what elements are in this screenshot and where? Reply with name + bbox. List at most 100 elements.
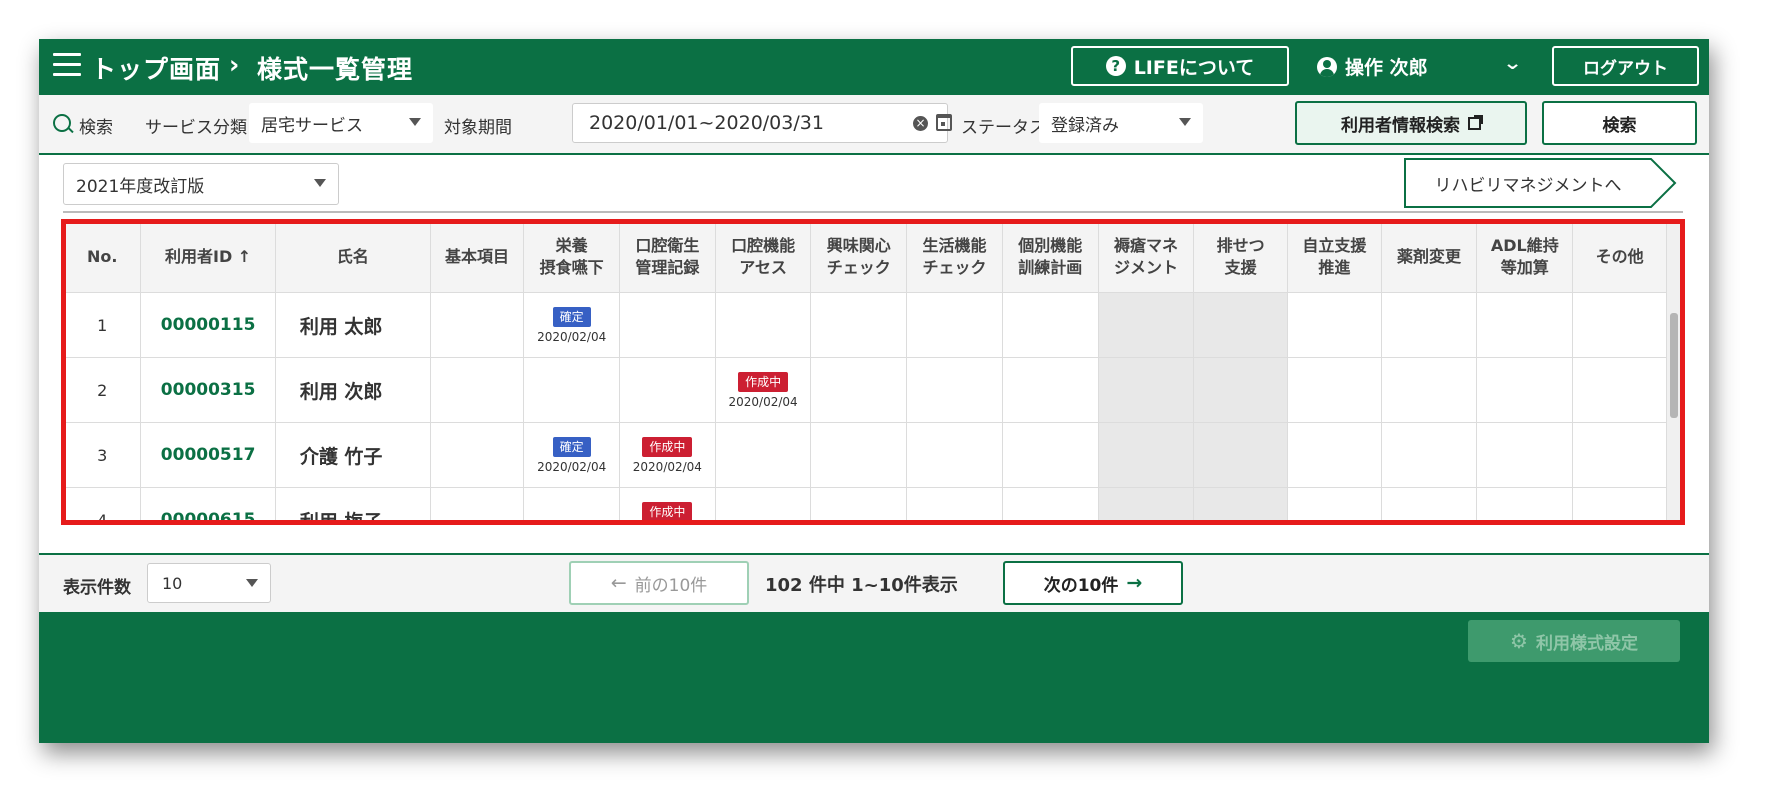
external-link-icon — [1468, 114, 1483, 130]
service-category-select[interactable]: 居宅サービス — [249, 103, 433, 143]
next-page-label: 次の10件 — [1043, 575, 1119, 596]
table-cell — [1193, 357, 1289, 423]
status-badge: 作成中 — [642, 502, 693, 522]
column-header: 自立支援 推進 — [1287, 221, 1382, 293]
table-cell — [1193, 292, 1289, 358]
version-select[interactable]: 2021年度改訂版 — [63, 163, 339, 205]
status-badge: 確定 — [552, 307, 591, 327]
column-header[interactable]: 利用者ID ↑ — [140, 221, 276, 293]
table-row[interactable]: 400000615利用 梅子 作成中2020/02/04 — [63, 487, 1667, 523]
question-circle-icon: ? — [1105, 56, 1126, 76]
caret-down-icon — [409, 118, 421, 126]
prev-page-button[interactable]: ← 前の10件 — [569, 561, 749, 605]
search-icon — [53, 114, 71, 132]
table-cell — [810, 292, 908, 358]
column-header: 口腔機能 アセス — [714, 221, 812, 293]
service-category-value: 居宅サービス — [261, 115, 363, 136]
table-cell — [1001, 487, 1099, 523]
period-input[interactable]: 2020/01/01~2020/03/31 × — [572, 103, 952, 143]
user-id-link[interactable]: 00000517 — [140, 422, 276, 488]
table-cell[interactable]: 作成中 2020/02/04 — [714, 357, 812, 423]
table-cell — [1476, 487, 1574, 523]
table-cell — [1380, 292, 1478, 358]
status-badge: 確定 — [552, 437, 591, 457]
status-badge: 作成中 — [738, 372, 789, 392]
status-badge: 作成中 — [642, 437, 693, 457]
user-name-cell: 利用 太郎 — [274, 292, 431, 358]
table-cell — [906, 292, 1003, 358]
user-name-cell: 利用 梅子 — [274, 487, 431, 523]
table-cell — [429, 422, 525, 488]
column-header: 興味関心 チェック — [810, 221, 908, 293]
user-menu[interactable]: 操作 次郎 — [1317, 53, 1428, 80]
table-row[interactable]: 2 00000315 利用 次郎 作成中 2020/02/04 — [63, 357, 1667, 423]
status-date: 2020/02/04 — [537, 330, 607, 344]
table-cell — [1476, 292, 1574, 358]
calendar-icon[interactable] — [936, 114, 952, 131]
page-title: 様式一覧管理 — [257, 55, 414, 84]
breadcrumb-separator: › — [229, 50, 240, 79]
table-cell — [810, 422, 908, 488]
scrollbar-thumb[interactable] — [1670, 313, 1678, 418]
app-header: トップ画面 › 様式一覧管理 ? LIFEについて 操作 次郎 ⌄ ログアウト — [39, 39, 1709, 95]
table-cell — [1001, 422, 1099, 488]
table-cell — [1287, 292, 1382, 358]
about-life-label: LIFEについて — [1133, 56, 1255, 79]
column-header: 口腔衛生 管理記録 — [619, 221, 716, 293]
table-header-row: No. 利用者ID ↑ 氏名 基本項目 栄養 摂食嚥下 口腔衛生 管理記録 口腔機能 アセス 興味関… — [63, 221, 1667, 293]
column-header: 個別機能 訓練計画 — [1001, 221, 1099, 293]
per-page-select[interactable]: 10 — [147, 563, 271, 603]
table-cell — [429, 357, 525, 423]
vertical-scrollbar[interactable] — [1667, 221, 1681, 523]
breadcrumb-home[interactable]: トップ画面 — [91, 50, 221, 86]
clear-icon[interactable]: × — [913, 116, 928, 131]
chevron-down-icon[interactable]: ⌄ — [1503, 53, 1523, 74]
user-id-link[interactable]: 00000115 — [140, 292, 276, 358]
table-cell — [906, 487, 1003, 523]
table-cell — [714, 292, 812, 358]
table-cell[interactable]: 確定 2020/02/04 — [523, 292, 621, 358]
user-id-link[interactable]: 00000615 — [140, 487, 276, 523]
column-header: 薬剤変更 — [1380, 221, 1478, 293]
table-cell — [810, 357, 908, 423]
arrow-left-icon: ← — [610, 572, 627, 594]
table-cell — [1476, 422, 1574, 488]
form-settings-button[interactable]: ⚙ 利用様式設定 — [1468, 620, 1680, 662]
per-page-label: 表示件数 — [63, 578, 131, 598]
next-page-button[interactable]: 次の10件 → — [1003, 561, 1183, 605]
status-select[interactable]: 登録済み — [1039, 103, 1203, 143]
user-info-search-button[interactable]: 利用者情報検索 — [1295, 101, 1527, 145]
search-bar: 検索 サービス分類 居宅サービス 対象期間 2020/01/01~2020/03… — [39, 95, 1709, 155]
table-cell — [1287, 422, 1382, 488]
rehab-management-button[interactable]: リハビリマネジメントへ — [1403, 157, 1679, 209]
hamburger-menu-icon[interactable] — [53, 53, 81, 77]
rehab-management-label: リハビリマネジメントへ — [1434, 175, 1622, 196]
user-id-link[interactable]: 00000315 — [140, 357, 276, 423]
logout-button[interactable]: ログアウト — [1552, 46, 1699, 86]
divider — [63, 211, 1683, 213]
user-name-cell: 利用 次郎 — [274, 357, 431, 423]
about-life-button[interactable]: ? LIFEについて — [1071, 46, 1289, 86]
app-window: トップ画面 › 様式一覧管理 ? LIFEについて 操作 次郎 ⌄ ログアウト … — [39, 39, 1709, 743]
column-header: No. — [63, 221, 142, 293]
user-info-search-label: 利用者情報検索 — [1341, 115, 1460, 136]
table-cell[interactable]: 作成中 2020/02/04 — [619, 422, 716, 488]
row-number: 2 — [63, 357, 142, 423]
service-category-label: サービス分類 — [145, 118, 247, 138]
search-button[interactable]: 検索 — [1542, 101, 1697, 145]
bottom-bar: ⚙ 利用様式設定 — [39, 612, 1709, 743]
row-number: 3 — [63, 422, 142, 488]
table-cell — [714, 487, 812, 523]
column-header: その他 — [1572, 221, 1667, 293]
status-date: 2020/02/04 — [728, 395, 798, 409]
search-label: 検索 — [79, 118, 113, 138]
table-cell — [1001, 357, 1099, 423]
user-name-cell: 介護 竹子 — [274, 422, 431, 488]
user-circle-icon — [1317, 56, 1337, 77]
table-cell — [1193, 487, 1289, 523]
table-cell[interactable]: 確定 2020/02/04 — [523, 422, 621, 488]
table-row[interactable]: 1 00000115 利用 太郎 確定 2020/02/04 — [63, 292, 1667, 358]
status-date: 2020/02/04 — [632, 460, 702, 474]
table-row[interactable]: 3 00000517 介護 竹子 確定 2020/02/04 作成中 2020/02/04 — [63, 422, 1667, 488]
table-cell[interactable]: 作成中2020/02/04 — [619, 487, 716, 523]
